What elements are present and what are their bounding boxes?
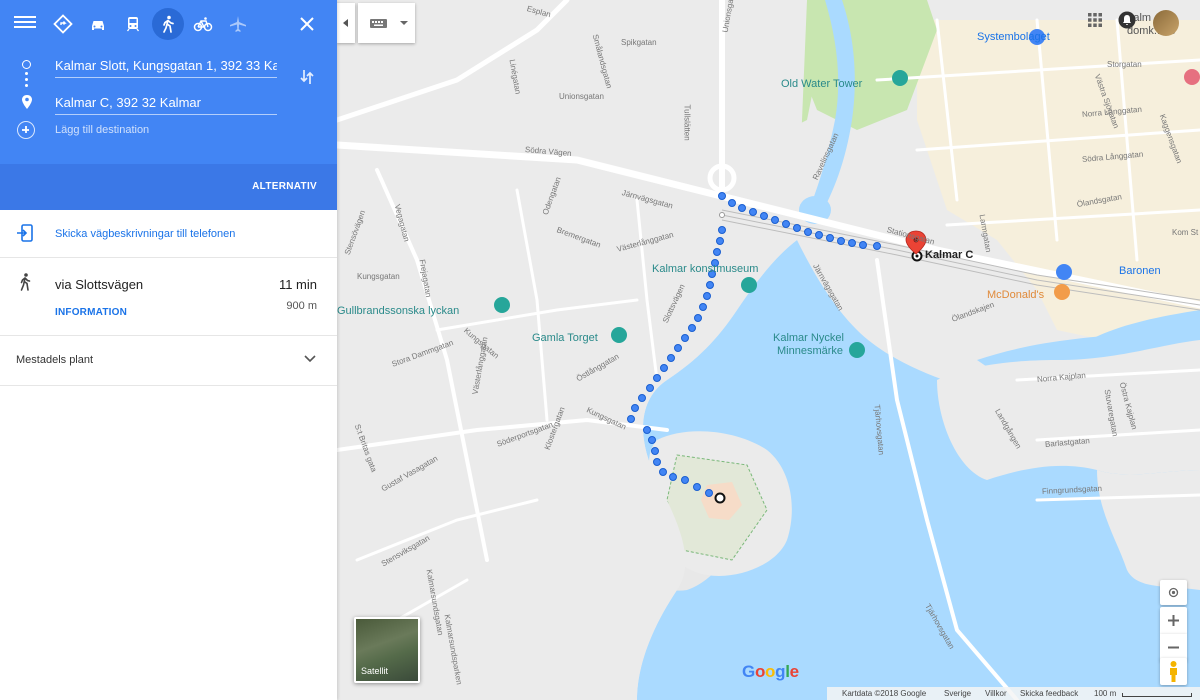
- place-label-gamla-torget[interactable]: Gamla Torget: [532, 332, 598, 344]
- travel-mode-bar: [0, 8, 337, 40]
- zoom-out-button[interactable]: [1160, 634, 1187, 661]
- google-apps-button[interactable]: [1087, 12, 1103, 28]
- swap-origin-destination-button[interactable]: [297, 67, 317, 87]
- route-options-button[interactable]: ALTERNATIV: [252, 181, 317, 192]
- transit-mode-button[interactable]: [117, 8, 149, 40]
- keyboard-icon: [370, 19, 408, 28]
- best-route-mode-button[interactable]: [47, 8, 79, 40]
- street-label: Unionsgatan: [559, 92, 604, 101]
- place-label-baronen[interactable]: Baronen: [1119, 265, 1161, 277]
- place-label-mcdonalds[interactable]: McDonald's: [987, 289, 1044, 301]
- origin-input[interactable]: [55, 54, 277, 78]
- pegman-icon: [1170, 661, 1177, 682]
- add-destination-label: Lägg till destination: [55, 124, 150, 136]
- swap-arrows-icon: [300, 70, 314, 84]
- send-to-phone-icon: [17, 224, 33, 242]
- walking-person-icon: [163, 15, 174, 33]
- collapse-panel-button[interactable]: [337, 3, 355, 43]
- car-icon: [92, 21, 104, 30]
- crosshair-icon: [1168, 587, 1179, 598]
- close-icon: [300, 17, 314, 31]
- place-label-kalmar-c[interactable]: Kalmar C: [925, 249, 973, 261]
- directions-panel: Lägg till destination ALTERNATIV Skicka …: [0, 0, 337, 700]
- route-via-label: via Slottsvägen: [55, 277, 144, 292]
- keyboard-shortcuts-button[interactable]: [358, 3, 415, 43]
- notifications-button[interactable]: [1118, 11, 1136, 29]
- send-feedback-link[interactable]: Skicka feedback: [1020, 689, 1078, 698]
- scale-bar[interactable]: [1122, 693, 1192, 697]
- apps-grid-icon: [1088, 13, 1102, 27]
- street-label: Tullslätten: [682, 104, 692, 141]
- street-label: Kom St: [1172, 228, 1199, 237]
- menu-icon[interactable]: [14, 13, 36, 35]
- place-label-systembolaget[interactable]: Systembolaget: [977, 31, 1050, 43]
- directions-diamond-icon: [53, 14, 73, 34]
- walking-person-icon: [20, 273, 31, 291]
- country-link[interactable]: Sverige: [944, 689, 971, 698]
- close-directions-button[interactable]: [297, 14, 317, 34]
- place-label-minnesmarke[interactable]: Minnesmärke: [777, 345, 843, 357]
- train-icon: [126, 17, 140, 32]
- map-base: [337, 0, 1200, 700]
- chevron-down-icon: [304, 355, 316, 363]
- flight-mode-button[interactable]: [222, 8, 254, 40]
- origin-row: [0, 50, 337, 87]
- park-area: [797, 0, 937, 130]
- satellite-label: Satellit: [361, 666, 389, 676]
- route-distance: 900 m: [286, 300, 317, 312]
- place-label-old-water-tower[interactable]: Old Water Tower: [781, 78, 862, 90]
- caret-left-icon: [343, 19, 348, 27]
- origin-circle-icon: [22, 60, 31, 69]
- satellite-layer-toggle[interactable]: Satellit: [354, 617, 420, 683]
- route-inputs: [0, 50, 337, 124]
- airplane-icon: [230, 16, 246, 32]
- bell-icon: [1118, 11, 1136, 29]
- destination-pin-icon: [22, 95, 32, 109]
- walking-mode-button[interactable]: [152, 8, 184, 40]
- google-logo: Google: [742, 662, 799, 681]
- maps-app: Lägg till destination ALTERNATIV Skicka …: [0, 0, 1200, 700]
- my-location-button[interactable]: [1160, 580, 1187, 605]
- map-data-copyright: Kartdata ©2018 Google: [842, 689, 927, 698]
- route-option[interactable]: via Slottsvägen INFORMATION 11 min 900 m: [0, 258, 337, 336]
- scale-label[interactable]: 100 m: [1094, 689, 1116, 698]
- street-label: Storgatan: [1107, 60, 1142, 69]
- driving-mode-button[interactable]: [82, 8, 114, 40]
- map-canvas[interactable]: Systembolaget Old Water Tower Kalmar C B…: [337, 0, 1200, 700]
- send-to-phone-row[interactable]: Skicka vägbeskrivningar till telefonen: [0, 210, 337, 258]
- route-duration: 11 min: [278, 277, 317, 292]
- place-label-gullbrandsonska[interactable]: Gullbrandssonska lyckan: [337, 305, 459, 317]
- send-to-phone-label: Skicka vägbeskrivningar till telefonen: [55, 228, 236, 240]
- elevation-summary-row[interactable]: Mestadels plant: [0, 336, 337, 386]
- street-view-pegman[interactable]: [1160, 658, 1187, 685]
- elevation-label: Mestadels plant: [16, 354, 94, 366]
- place-label-kalmar-nyckel[interactable]: Kalmar Nyckel: [773, 332, 844, 344]
- route-details-link[interactable]: INFORMATION: [55, 307, 127, 318]
- directions-header: Lägg till destination ALTERNATIV: [0, 0, 337, 210]
- street-label: Kungsgatan: [357, 272, 400, 281]
- zoom-in-button[interactable]: [1160, 607, 1187, 634]
- street-label: Spikgatan: [621, 38, 657, 47]
- plus-icon: [1168, 615, 1179, 626]
- account-avatar[interactable]: [1153, 10, 1179, 36]
- cycling-mode-button[interactable]: [187, 8, 219, 40]
- map-footer: Kartdata ©2018 Google Sverige Villkor Sk…: [827, 687, 1200, 700]
- bicycle-icon: [193, 17, 213, 32]
- add-destination-button[interactable]: Lägg till destination: [0, 118, 337, 144]
- destination-input[interactable]: [55, 91, 277, 115]
- minus-icon: [1168, 646, 1179, 649]
- terms-link[interactable]: Villkor: [985, 689, 1007, 698]
- add-circle-icon: [17, 121, 35, 139]
- origin-marker[interactable]: [714, 492, 726, 504]
- place-label-konstmuseum[interactable]: Kalmar konstmuseum: [652, 263, 758, 275]
